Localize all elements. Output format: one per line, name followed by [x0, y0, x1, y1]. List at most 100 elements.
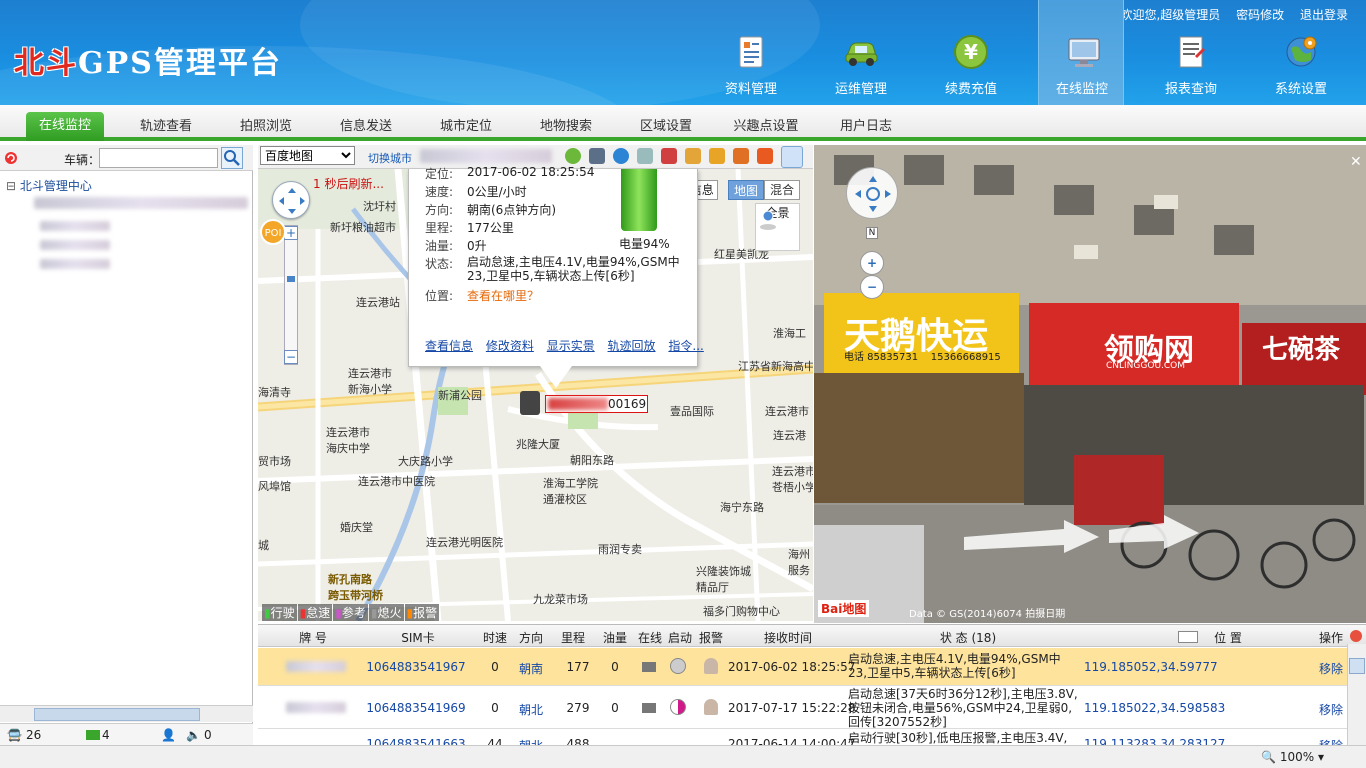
- zoom-slider-thumb[interactable]: [287, 276, 295, 282]
- tab-online-monitor[interactable]: 在线监控: [26, 112, 104, 141]
- cell-position[interactable]: 119.185052,34.59777: [1084, 660, 1218, 674]
- col-speed[interactable]: 时速: [480, 629, 510, 646]
- cell-sim: 1064883541969: [366, 701, 466, 715]
- col-online[interactable]: 在线: [635, 629, 665, 646]
- tree-expand-icon[interactable]: ⊟: [6, 179, 16, 193]
- target-icon[interactable]: [565, 148, 581, 164]
- tab-interest-point[interactable]: 兴趣点设置: [721, 113, 811, 141]
- close-icon[interactable]: ✕: [1350, 155, 1364, 169]
- col-position[interactable]: 位 置: [1208, 629, 1248, 646]
- map-mode-hybrid[interactable]: 混合: [764, 180, 800, 200]
- vehicle-icon[interactable]: [589, 148, 605, 164]
- tab-photo-browse[interactable]: 拍照浏览: [221, 113, 311, 141]
- tree-hscrollbar[interactable]: [0, 705, 253, 722]
- cloud-icon[interactable]: [637, 148, 653, 164]
- zoom-level[interactable]: 🔍 100% ▾: [1261, 750, 1324, 764]
- col-alarm[interactable]: 报警: [696, 629, 726, 646]
- online-status-icon: [642, 662, 656, 672]
- col-sim[interactable]: SIM卡: [378, 629, 458, 646]
- map-type-select[interactable]: 百度地图: [260, 146, 355, 165]
- tree-child-blurred[interactable]: [34, 197, 248, 209]
- cell-speed: 0: [491, 701, 499, 715]
- alarm-person-icon: [704, 658, 718, 674]
- tab-track-view[interactable]: 轨迹查看: [121, 113, 211, 141]
- nav-recharge[interactable]: ¥ 续费充值: [926, 0, 1016, 105]
- remove-link[interactable]: 移除: [1316, 660, 1346, 677]
- nav-system-settings[interactable]: 系统设置: [1256, 0, 1346, 105]
- vehicle-search-button[interactable]: [221, 147, 243, 169]
- col-plate[interactable]: 牌 号: [283, 629, 343, 646]
- switch-city-link[interactable]: 切换城市: [368, 150, 412, 166]
- grid-refresh-icon[interactable]: [1350, 630, 1362, 642]
- street-view-panorama[interactable]: 天鹅快运 电话 85835731 15366668915 领购网 CNLINGG…: [814, 145, 1366, 623]
- map-label: 兆隆大厦: [516, 438, 560, 451]
- zoom-out-button[interactable]: −: [284, 350, 298, 364]
- cell-position[interactable]: 119.185022,34.598583: [1084, 701, 1225, 715]
- zoom-in-button[interactable]: +: [284, 226, 298, 240]
- nav-online-monitor[interactable]: 在线监控: [1038, 0, 1124, 105]
- panorama-button[interactable]: 全景: [755, 203, 800, 251]
- tree-root-node[interactable]: ⊟ 北斗管理中心: [6, 177, 92, 194]
- map-mode-map[interactable]: 地图: [728, 180, 764, 200]
- phone-icon[interactable]: [685, 148, 701, 164]
- hand-pointer-icon[interactable]: [781, 146, 803, 168]
- link-commands[interactable]: 指令...: [668, 339, 703, 353]
- vehicle-marker-icon[interactable]: [520, 391, 540, 415]
- camera-icon[interactable]: [661, 148, 677, 164]
- table-row[interactable]: 1064883541969 0 朝北 279 0 2017-07-17 15:2…: [258, 687, 1348, 729]
- nav-operations[interactable]: 运维管理: [816, 0, 906, 105]
- table-row[interactable]: 1064883541967 0 朝南 177 0 2017-06-02 18:2…: [258, 648, 1348, 686]
- col-mileage[interactable]: 里程: [558, 629, 588, 646]
- refresh-icon[interactable]: [4, 151, 18, 165]
- scroll-thumb[interactable]: [1349, 658, 1365, 674]
- tab-city-locate[interactable]: 城市定位: [421, 113, 511, 141]
- vehicle-label: 车辆：: [64, 153, 101, 167]
- engine-status-icon: [670, 658, 686, 674]
- link-track-playback[interactable]: 轨迹回放: [608, 339, 656, 353]
- nav-data-management[interactable]: 资料管理: [706, 0, 796, 105]
- tree-child-blurred[interactable]: [40, 259, 110, 269]
- map-legend: ▮行驶 ▮怠速 ▮参考 ▮熄火 ▮报警: [262, 604, 440, 621]
- position-checkbox[interactable]: [1178, 631, 1198, 643]
- pano-compass[interactable]: [846, 167, 898, 219]
- refresh-countdown: 1 秒后刷新...: [313, 177, 384, 191]
- link-edit-profile[interactable]: 修改资料: [486, 339, 534, 353]
- poi-button[interactable]: POI: [260, 219, 286, 245]
- link-view-info[interactable]: 查看信息: [425, 339, 473, 353]
- alarm-icon[interactable]: [757, 148, 773, 164]
- remove-link[interactable]: 移除: [1316, 701, 1346, 718]
- monitor-icon: [1068, 38, 1100, 67]
- lock-icon[interactable]: [709, 148, 725, 164]
- col-direction[interactable]: 方向: [516, 629, 546, 646]
- map-pan-control[interactable]: [272, 181, 310, 219]
- view-location-link[interactable]: 查看在哪里？: [467, 287, 539, 304]
- col-oil[interactable]: 油量: [600, 629, 630, 646]
- pano-zoom-out-button[interactable]: −: [860, 275, 884, 299]
- col-engine[interactable]: 启动: [665, 629, 695, 646]
- map-label: 连云港市中医院: [358, 475, 435, 488]
- table-row[interactable]: 1064883541663 44 朝北 488 2017-06-14 14:00…: [258, 730, 1348, 746]
- map-zoom-slider[interactable]: + −: [284, 225, 298, 365]
- vehicle-plate-label[interactable]: 00169: [545, 395, 648, 413]
- info-icon[interactable]: [613, 148, 629, 164]
- pano-zoom-in-button[interactable]: +: [860, 251, 884, 275]
- vehicle-search-input[interactable]: [99, 148, 218, 168]
- col-status[interactable]: 状 态 (18): [928, 629, 1008, 646]
- unlock-icon[interactable]: [733, 148, 749, 164]
- tab-send-message[interactable]: 信息发送: [321, 113, 411, 141]
- tab-area-settings[interactable]: 区域设置: [621, 113, 711, 141]
- popup-pointer: [540, 366, 572, 388]
- tab-user-log[interactable]: 用户日志: [821, 113, 911, 141]
- col-receive-time[interactable]: 接收时间: [758, 629, 818, 646]
- link-show-street-view[interactable]: 显示实景: [547, 339, 595, 353]
- map-label: 九龙菜市场: [533, 593, 588, 606]
- nav-reports[interactable]: 报表查询: [1146, 0, 1236, 105]
- map-label: 新圩粮油超市: [330, 221, 396, 234]
- tree-child-blurred[interactable]: [40, 221, 110, 231]
- tree-child-blurred[interactable]: [40, 240, 110, 250]
- tab-poi-search[interactable]: 地物搜索: [521, 113, 611, 141]
- map-label: 连云港站: [356, 296, 400, 309]
- grid-vscrollbar[interactable]: [1347, 644, 1366, 745]
- map-label: 连云港: [773, 429, 806, 442]
- col-action[interactable]: 操作: [1316, 629, 1346, 646]
